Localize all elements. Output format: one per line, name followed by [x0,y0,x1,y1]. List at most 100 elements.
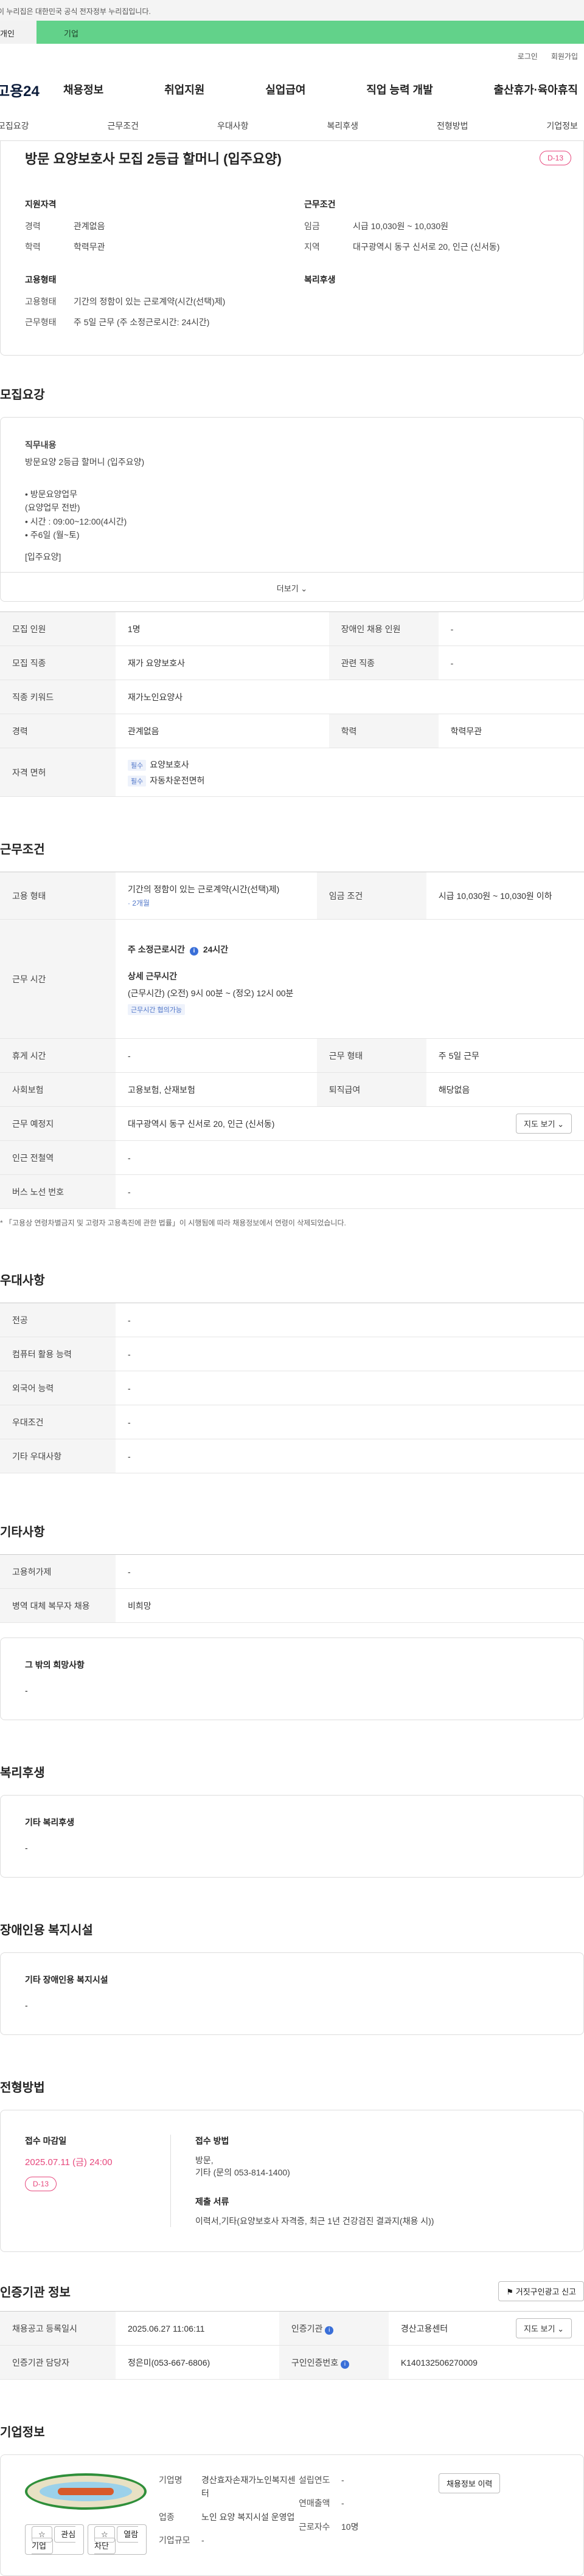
favorite-company-button[interactable]: ☆ 관심기업 [25,2524,84,2555]
retirement-value: 해당없음 [426,1072,584,1107]
tab-company[interactable]: 기업정보 [546,120,578,132]
tab-preference[interactable]: 우대사항 [217,120,249,132]
break-value: - [116,1038,317,1073]
revenue-label: 연매출액 [299,2498,330,2509]
signup-link[interactable]: 회원가입 [551,51,578,68]
retirement-label: 퇴직급여 [316,1072,426,1107]
company-section-title: 기업정보 [0,2426,45,2439]
computer-skill-value: - [116,1337,584,1371]
major-value: - [116,1303,584,1337]
employment-heading: 고용형태 [25,275,57,284]
info-icon[interactable]: i [325,2326,334,2335]
dday-badge: D-13 [539,151,571,165]
nav-item-employment-support[interactable]: 취업지원 [164,81,204,97]
map-button-label: 지도 보기 [524,1120,555,1129]
job-desc-line: • 방문요양업무 [25,489,78,499]
report-button-label: 거짓구인광고 신고 [515,2287,576,2296]
main-menu: 채용정보 취업지원 실업급여 직업 능력 개발 출산휴가·육아휴직 [63,81,584,97]
contract-period: · 2개월 [128,899,150,907]
employment-type-label: 고용형태 [25,297,57,306]
recruit-table: 모집 인원 1명 장애인 채용 인원 - 모집 직종 재가 요양보호사 관련 직… [0,611,584,797]
employment-type-text: 기간의 정함이 있는 근로계약(시간(선택)제) [128,884,280,894]
work-hours-value: 주 소정근로시간 i 24시간 상세 근무시간 (근무시간) (오전) 9시 0… [116,919,584,1039]
major-label: 전공 [0,1303,116,1337]
tab-recruit[interactable]: 모집요강 [0,120,29,132]
table-row: 경력 관계없음 학력 학력무관 [0,714,584,748]
keyword-label: 직종 키워드 [0,680,116,714]
block-view-button[interactable]: ☆ 열람차단 [88,2524,147,2555]
more-button[interactable]: 더보기 ⌄ [1,572,583,601]
nav-item-leave[interactable]: 출산휴가·육아휴직 [494,81,578,97]
report-button[interactable]: ⚑ 거짓구인광고 신고 [498,2281,584,2301]
work-permit-value: - [116,1554,584,1589]
table-row: 근무 시간 주 소정근로시간 i 24시간 상세 근무시간 (근무시간) (오전… [0,919,584,1039]
nav-item-jobs[interactable]: 채용정보 [63,81,103,97]
related-job-value: - [438,646,584,680]
related-job-label: 관련 직종 [328,646,439,680]
qualification-heading: 지원자격 [25,199,57,209]
table-row: 사회보험 고용보험, 산재보험 퇴직급여 해당없음 [0,1072,584,1107]
age-note: * 「고용상 연령차별금지 및 고령자 고용촉진에 관한 법률」이 시행됨에 따… [0,1219,346,1227]
area-value: 대구광역시 동구 신서로 20, 인근 (신서동) [353,242,500,252]
nav-item-unemployment-benefit[interactable]: 실업급여 [265,81,305,97]
table-row: 휴게 시간 - 근무 형태 주 5일 근무 [0,1038,584,1073]
wish-heading: 그 밖의 희망사항 [25,1660,85,1670]
map-button-label: 지도 보기 [524,2324,555,2333]
job-desc-line: • 주6일 (월~토) [25,529,80,540]
table-row: 기타 우대사항 - [0,1439,584,1473]
tab-selection[interactable]: 전형방법 [437,120,468,132]
career-label: 경력 [25,221,41,231]
job-history-button[interactable]: 채용정보 이력 [439,2473,501,2493]
info-icon[interactable]: i [340,2360,349,2369]
bus-label: 버스 노선 번호 [0,1174,116,1209]
employees-label: 근로자수 [299,2521,330,2532]
station-value: - [116,1140,584,1175]
computer-skill-label: 컴퓨터 활용 능력 [0,1337,116,1371]
welfare-value: - [25,1843,28,1853]
wage-value: 시급 10,030원 ~ 10,030원 [353,221,449,231]
required-tag: 필수 [128,775,147,787]
insurance-label: 사회보험 [0,1072,116,1107]
work-form-label: 근무 형태 [316,1038,426,1073]
table-row: 모집 직종 재가 요양보호사 관련 직종 - [0,646,584,680]
tab-business[interactable]: 기업 [36,21,584,44]
cert-section-title: 인증기관 정보 [0,2286,71,2299]
map-button[interactable]: 지도 보기 ⌄ [516,1114,572,1134]
site-logo[interactable]: 고용24 [0,79,63,100]
tab-individual[interactable]: 개인 [0,21,36,44]
login-link[interactable]: 로그인 [518,51,538,68]
area-label: 지역 [304,242,320,252]
cert-org-name: 경산고용센터 [400,2323,448,2333]
chevron-down-icon: ⌄ [301,584,308,593]
job-type-label: 모집 직종 [0,646,116,680]
founded-label: 설립연도 [299,2475,330,2485]
prefer-section-title: 우대사항 [0,1274,45,1287]
prefer-table: 전공 - 컴퓨터 활용 능력 - 외국어 능력 - 우대조건 - 기타 우대사항 - [0,1303,584,1473]
workplace-address: 대구광역시 동구 신서로 20, 인근 (신서동) [128,1118,275,1129]
station-label: 인근 전철역 [0,1140,116,1175]
tab-conditions[interactable]: 근무조건 [107,120,139,132]
required-tag: 필수 [128,759,147,771]
docs-value: 이력서,기타(요양보호사 자격증, 최근 1년 건강검진 결과지(채용 시)) [195,2216,434,2226]
map-button[interactable]: 지도 보기 ⌄ [516,2318,572,2338]
language-value: - [116,1371,584,1405]
tab-welfare[interactable]: 복리후생 [327,120,358,132]
nav-item-skills[interactable]: 직업 능력 개발 [366,81,433,97]
employment-type-value: 기간의 정함이 있는 근로계약(시간(선택)제) [74,297,226,306]
info-icon[interactable]: i [189,946,198,956]
selection-section-title: 전형방법 [0,2081,45,2095]
table-row: 우대조건 - [0,1405,584,1439]
job-description-card: 직무내용 방문요양 2등급 할머니 (입주요양) • 방문요양업무 (요양업무 … [0,417,584,602]
military-label: 병역 대체 복무자 채용 [0,1588,116,1623]
job-type-value: 재가 요양보호사 [116,646,329,680]
disabled-hire-label: 장애인 채용 인원 [328,611,439,646]
flex-hours-tag: 근무시간 협의가능 [128,1004,186,1015]
work-hours-label: 근무 시간 [0,919,116,1039]
company-name-label: 기업명 [159,2475,182,2485]
disabled-hire-value: - [438,611,584,646]
main-nav: 고용24 채용정보 취업지원 실업급여 직업 능력 개발 출산휴가·육아휴직 [0,68,584,111]
table-row: 병역 대체 복무자 채용 비희망 [0,1588,584,1623]
job-desc-line: (요양업무 전반) [25,503,80,513]
employment-type-value: 기간의 정함이 있는 근로계약(시간(선택)제) · 2개월 [116,872,317,920]
work-table: 고용 형태 기간의 정함이 있는 근로계약(시간(선택)제) · 2개월 임금 … [0,872,584,1209]
